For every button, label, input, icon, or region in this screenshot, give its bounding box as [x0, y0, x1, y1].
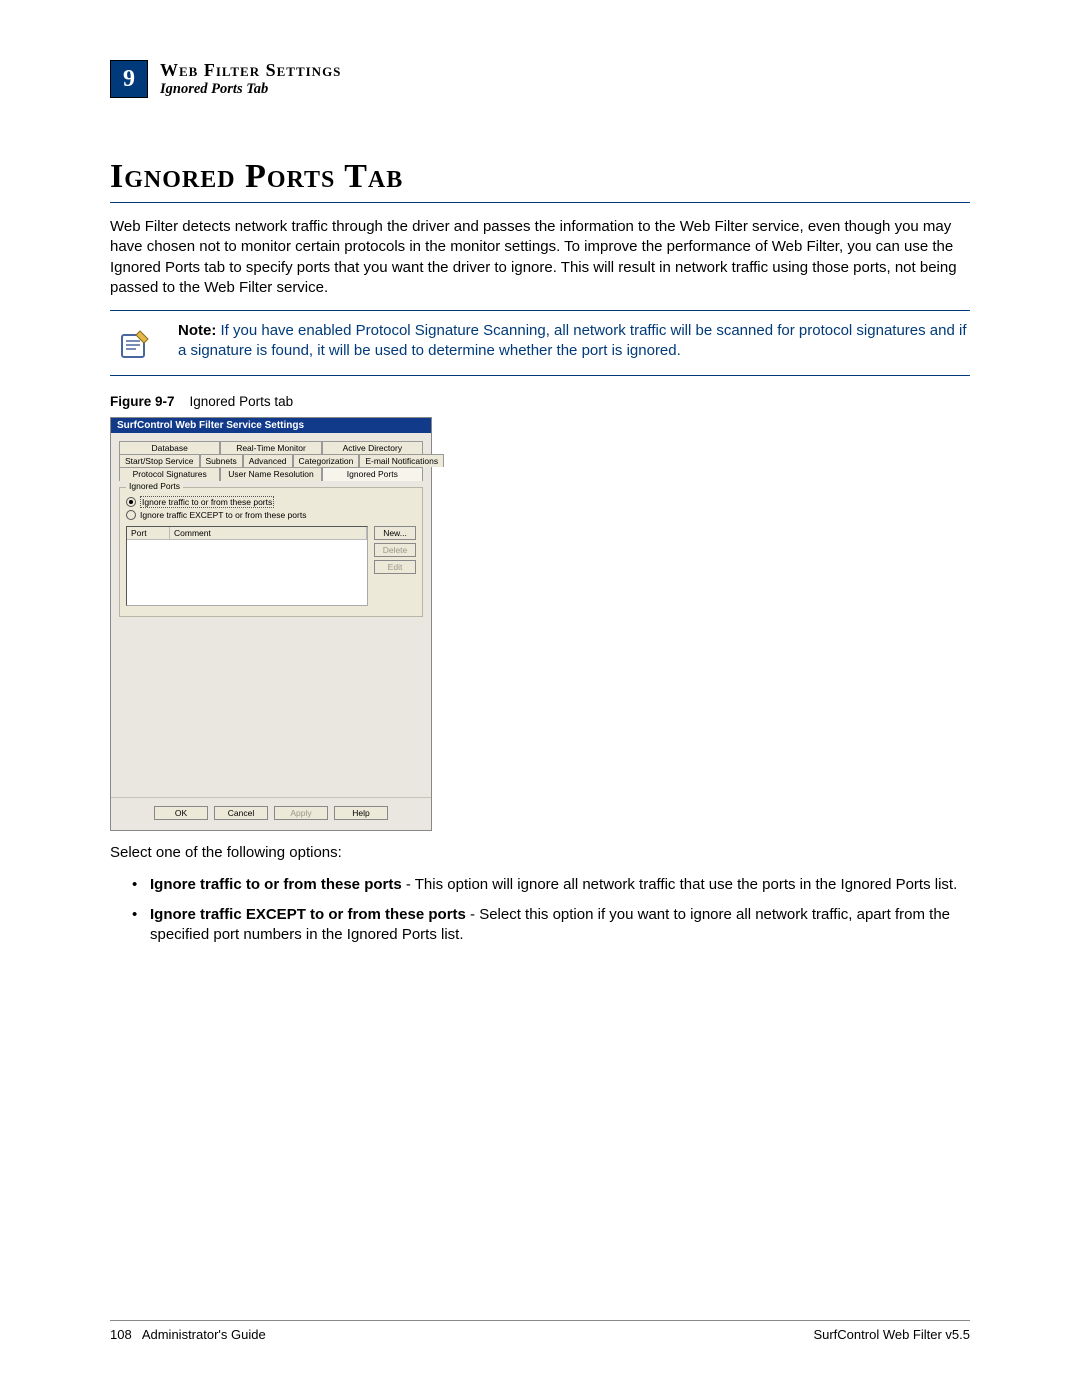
footer-right-text: SurfControl Web Filter v5.5: [813, 1327, 970, 1342]
option-1-bold: Ignore traffic to or from these ports: [150, 876, 402, 893]
tab-database[interactable]: Database: [119, 441, 220, 454]
section-heading: Ignored Ports Tab: [110, 158, 970, 196]
page-header: 9 Web Filter Settings Ignored Ports Tab: [110, 60, 970, 98]
apply-button[interactable]: Apply: [274, 806, 328, 820]
tab-subnets[interactable]: Subnets: [200, 454, 243, 467]
figure-caption: Ignored Ports tab: [190, 394, 294, 409]
tab-email-notifications[interactable]: E-mail Notifications: [359, 454, 444, 467]
col-port[interactable]: Port: [127, 527, 170, 539]
figure-number: Figure 9-7: [110, 394, 175, 409]
tab-user-name-resolution[interactable]: User Name Resolution: [220, 467, 321, 480]
tab-realtime-monitor[interactable]: Real-Time Monitor: [220, 441, 321, 454]
note-block: Note: If you have enabled Protocol Signa…: [110, 321, 970, 365]
help-button[interactable]: Help: [334, 806, 388, 820]
radio-ignore-these[interactable]: Ignore traffic to or from these ports: [126, 496, 416, 508]
footer-left-text: Administrator's Guide: [142, 1327, 266, 1342]
tab-protocol-signatures[interactable]: Protocol Signatures: [119, 467, 220, 480]
radio-label-2: Ignore traffic EXCEPT to or from these p…: [140, 510, 306, 520]
option-2-bold: Ignore traffic EXCEPT to or from these p…: [150, 906, 466, 923]
note-label: Note:: [178, 322, 216, 339]
list-item: Ignore traffic EXCEPT to or from these p…: [132, 905, 970, 946]
section-rule: [110, 202, 970, 203]
dialog-titlebar: SurfControl Web Filter Service Settings: [111, 418, 431, 433]
note-text: If you have enabled Protocol Signature S…: [178, 322, 967, 359]
chapter-number-badge: 9: [110, 60, 148, 98]
new-button[interactable]: New...: [374, 526, 416, 540]
edit-button[interactable]: Edit: [374, 560, 416, 574]
page-number: 108: [110, 1327, 132, 1342]
note-icon: [114, 325, 154, 365]
group-legend: Ignored Ports: [126, 481, 183, 491]
figure-label: Figure 9-7 Ignored Ports tab: [110, 394, 970, 409]
ports-listview[interactable]: Port Comment: [126, 526, 368, 606]
chapter-subtitle: Ignored Ports Tab: [160, 81, 341, 98]
tab-active-directory[interactable]: Active Directory: [322, 441, 423, 454]
options-intro: Select one of the following options:: [110, 843, 970, 863]
tab-start-stop[interactable]: Start/Stop Service: [119, 454, 200, 467]
tab-categorization[interactable]: Categorization: [293, 454, 360, 467]
chapter-title: Web Filter Settings: [160, 60, 341, 81]
ignored-ports-group: Ignored Ports Ignore traffic to or from …: [119, 487, 423, 617]
options-list: Ignore traffic to or from these ports - …: [132, 875, 970, 946]
page-footer: 108 Administrator's Guide SurfControl We…: [110, 1320, 970, 1342]
settings-dialog: SurfControl Web Filter Service Settings …: [110, 417, 432, 831]
tab-advanced[interactable]: Advanced: [243, 454, 293, 467]
delete-button[interactable]: Delete: [374, 543, 416, 557]
list-item: Ignore traffic to or from these ports - …: [132, 875, 970, 895]
radio-ignore-except[interactable]: Ignore traffic EXCEPT to or from these p…: [126, 510, 416, 520]
note-rule-bottom: [110, 375, 970, 376]
radio-icon: [126, 510, 136, 520]
radio-icon: [126, 497, 136, 507]
dialog-tabs: Database Real-Time Monitor Active Direct…: [119, 441, 423, 481]
option-1-text: - This option will ignore all network tr…: [402, 876, 958, 893]
radio-label-1: Ignore traffic to or from these ports: [140, 496, 274, 508]
tab-ignored-ports[interactable]: Ignored Ports: [322, 467, 423, 480]
ok-button[interactable]: OK: [154, 806, 208, 820]
intro-paragraph: Web Filter detects network traffic throu…: [110, 217, 970, 298]
cancel-button[interactable]: Cancel: [214, 806, 268, 820]
col-comment[interactable]: Comment: [170, 527, 367, 539]
note-rule-top: [110, 310, 970, 311]
